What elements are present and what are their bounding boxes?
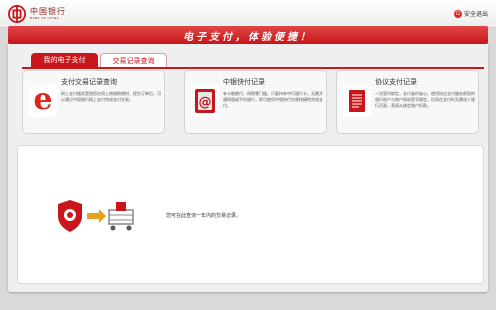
card-title: 协议支付记录 [375, 78, 417, 86]
shield-cart-illustration-icon [58, 200, 134, 232]
exit-label: 安全退出 [463, 11, 488, 18]
card-title: 中银快付记录 [223, 78, 265, 86]
tab-underline [22, 67, 484, 69]
query-hint-text: 您可在此查询一年内的交易记录。 [166, 213, 242, 219]
document-icon [343, 85, 371, 117]
power-icon: ⏻ [453, 9, 462, 18]
top-bar: 中国银行 BANK OF CHINA ⏻ 安全退出 [0, 0, 496, 28]
svg-text:@: @ [199, 95, 212, 110]
card-quick-pay-record[interactable]: @ 中银快付记录 有卡能都付，网购零门槛。只要持有中行银行卡，无需开通网银或手机… [184, 70, 327, 134]
e-letter-icon: e [29, 85, 57, 117]
card-at-icon: @ [191, 85, 219, 117]
main-panel: 我的电子支付 交易记录查询 e 支付交易记录查询 网上支付服务是指您在网上商城购… [8, 44, 488, 292]
banner-slogan: 电子支付，体验便捷！ [183, 32, 313, 43]
card-description: 网上支付服务是指您在网上商城购物时，提交订单后，可以通过中国银行网上支付完成支付… [61, 91, 161, 102]
records-content-area: 您可在此查询一年内的交易记录。 [17, 145, 484, 284]
slogan-banner: 电子支付，体验便捷！ [8, 26, 488, 44]
exit-button[interactable]: ⏻ 安全退出 [453, 9, 488, 18]
bank-of-china-logo-icon [8, 5, 26, 23]
card-description: 一次签约绑定，支付省时省心。使用协议支付服务前您的银行账户与商户网站签号绑定，后… [375, 91, 475, 108]
card-description: 有卡能都付，网购零门槛。只要持有中行银行卡，无需开通网银或手机银行，即可使用中银… [223, 91, 323, 108]
card-agreement-pay-record[interactable]: 协议支付记录 一次签约绑定，支付省时省心。使用协议支付服务前您的银行账户与商户网… [336, 70, 479, 134]
tab-transaction-query[interactable]: 交易记录查询 [100, 53, 167, 67]
card-title: 支付交易记录查询 [61, 78, 117, 86]
tab-my-e-payment[interactable]: 我的电子支付 [31, 53, 98, 67]
card-payment-record-query[interactable]: e 支付交易记录查询 网上支付服务是指您在网上商城购物时，提交订单后，可以通过中… [22, 70, 165, 134]
bank-name-en: BANK OF CHINA [30, 16, 60, 20]
